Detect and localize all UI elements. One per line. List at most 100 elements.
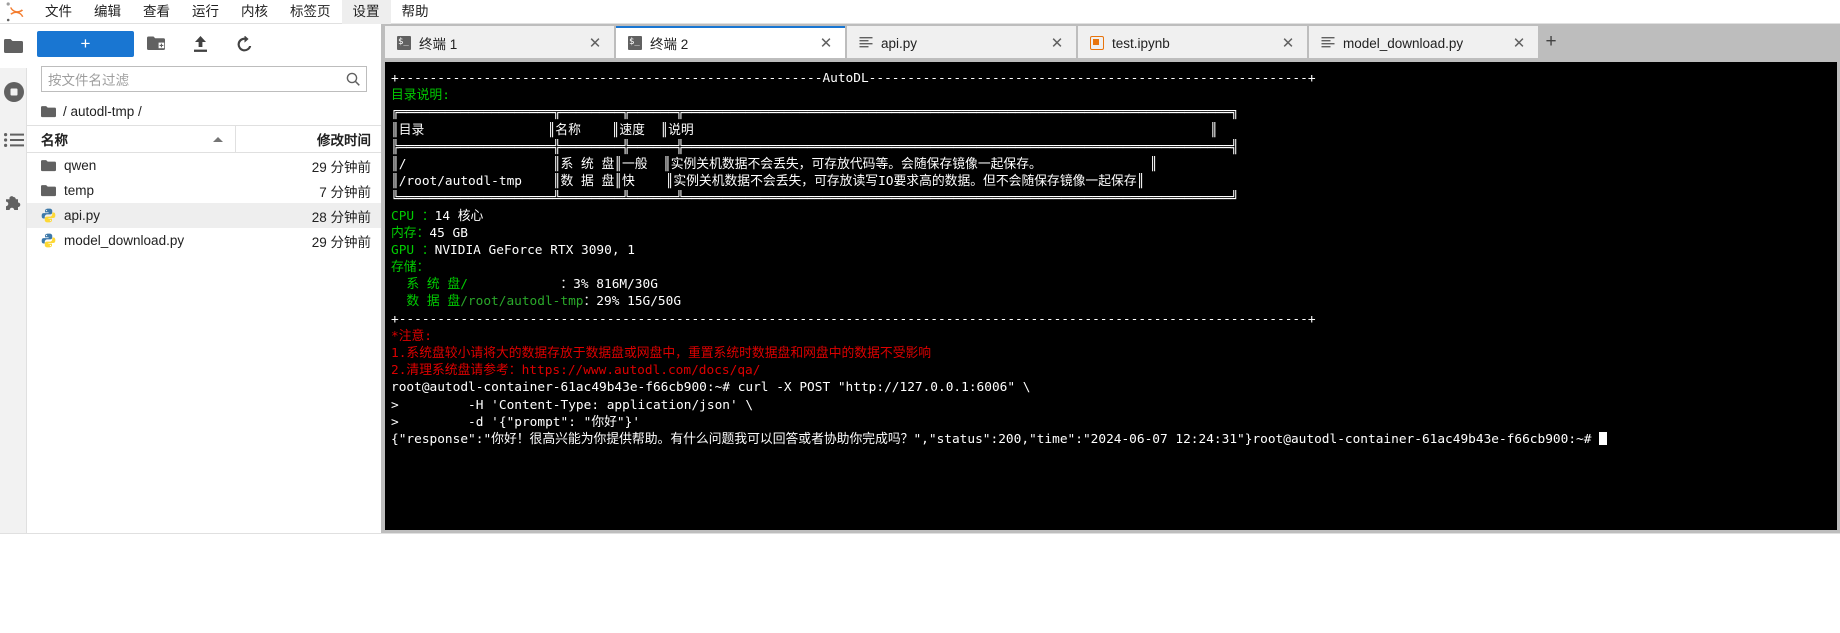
- folder-icon: [41, 105, 56, 117]
- file-filter-input[interactable]: 按文件名过滤: [41, 66, 367, 92]
- running-terminals-icon: [3, 82, 24, 102]
- menu-item-run[interactable]: 运行: [181, 0, 230, 24]
- folder-icon: [41, 159, 56, 171]
- terminal-line: GPU ：NVIDIA GeForce RTX 3090, 1: [391, 242, 635, 258]
- menu-item-kernel[interactable]: 内核: [230, 0, 279, 24]
- terminal-line: > -d '{"prompt": "你好"}': [391, 414, 641, 430]
- terminal-line: +---------------------------------------…: [391, 311, 1316, 327]
- menu-item-view[interactable]: 查看: [132, 0, 181, 24]
- tab-label: api.py: [881, 35, 918, 51]
- sidebar-item-extension-manager[interactable]: [0, 180, 27, 228]
- python-file-icon: [41, 233, 56, 248]
- search-icon: [346, 72, 360, 86]
- file-list-header: 名称 修改时间: [27, 125, 381, 153]
- python-file-icon: [41, 208, 56, 223]
- terminal-icon: [397, 35, 411, 50]
- terminal-line: {"response":"你好！很高兴能为你提供帮助。有什么问题我可以回答或者协…: [391, 431, 1837, 448]
- terminal-line: *注意:: [391, 328, 433, 344]
- list-item[interactable]: temp 7 分钟前: [27, 178, 381, 203]
- terminal-line: root@autodl-container-61ac49b43e-f66cb90…: [391, 380, 1031, 396]
- tab-close-icon[interactable]: ✕: [1508, 32, 1530, 54]
- terminal-line: 存储：: [391, 260, 430, 276]
- tab-close-icon[interactable]: ✕: [1277, 32, 1299, 54]
- upload-icon: [193, 35, 207, 52]
- list-item-name: qwen: [64, 158, 97, 173]
- sidebar-item-table-of-contents[interactable]: [0, 116, 27, 164]
- column-header-modified[interactable]: 修改时间: [236, 126, 381, 152]
- terminal-output[interactable]: +---------------------------------------…: [385, 62, 1837, 530]
- terminal-line: > -H 'Content-Type: application/json' \: [391, 397, 754, 413]
- terminal-line: CPU ：14 核心: [391, 208, 484, 224]
- text-file-icon: [859, 37, 873, 48]
- list-item[interactable]: qwen 29 分钟前: [27, 153, 381, 178]
- terminal-line: ║目录 ║名称 ║速度 ║说明 ║: [391, 122, 1218, 138]
- terminal-line: 系 统 盘/ ：3% 816M/30G: [391, 277, 658, 293]
- tab-close-icon[interactable]: ✕: [1046, 32, 1068, 54]
- tab-test-ipynb[interactable]: test.ipynb ✕: [1078, 26, 1307, 58]
- tab-model-download-py[interactable]: model_download.py ✕: [1309, 26, 1538, 58]
- sidebar-item-running-sessions[interactable]: [0, 68, 27, 116]
- menu-bar: 文件 编辑 查看 运行 内核 标签页 设置 帮助: [0, 0, 1840, 24]
- new-folder-icon: [146, 36, 165, 50]
- jupyterlab-window: 文件 编辑 查看 运行 内核 标签页 设置 帮助 + 按文件名过滤 / auto…: [0, 0, 1840, 633]
- terminal-line: 内存：45 GB: [391, 225, 468, 241]
- list-item-name: temp: [64, 183, 95, 198]
- refresh-icon: [237, 35, 251, 51]
- file-browser-toolbar: +: [27, 24, 381, 64]
- tab-label: test.ipynb: [1112, 35, 1170, 51]
- folder-icon: [41, 184, 56, 196]
- menu-item-settings[interactable]: 设置: [341, 0, 391, 24]
- puzzle-icon: [5, 196, 20, 210]
- file-browser-panel: + 按文件名过滤 / autodl-tmp / 名称 修改时间 qwen 29 …: [27, 24, 382, 533]
- column-header-name-label: 名称: [41, 133, 68, 148]
- upload-button[interactable]: [178, 30, 222, 58]
- tab-bar: 终端 1 ✕ 终端 2 ✕ api.py ✕ test.ipynb ✕: [382, 24, 1840, 58]
- tab-label: model_download.py: [1343, 35, 1464, 51]
- list-item-name: model_download.py: [64, 233, 185, 248]
- list-item-modified: 28 分钟前: [311, 209, 371, 225]
- sidebar-item-file-browser[interactable]: [0, 24, 27, 68]
- breadcrumb[interactable]: / autodl-tmp /: [27, 98, 381, 125]
- notebook-icon: [1090, 36, 1104, 50]
- terminal-line: ║/root/autodl-tmp ║数 据 盘║快 ║实例关机数据不会丢失，可…: [391, 174, 1145, 190]
- status-divider: [0, 533, 1840, 534]
- terminal-icon: [628, 35, 642, 50]
- tab-terminal-2[interactable]: 终端 2 ✕: [616, 26, 845, 58]
- list-item[interactable]: model_download.py 29 分钟前: [27, 228, 381, 253]
- list-item-modified: 7 分钟前: [319, 184, 371, 200]
- jupyter-logo-icon: [4, 1, 34, 23]
- terminal-cursor: [1599, 431, 1608, 445]
- terminal-line: ╔════════════════════╦════════╦══════╦══…: [391, 105, 1239, 121]
- list-item-name: api.py: [64, 208, 101, 223]
- column-header-name[interactable]: 名称: [27, 126, 236, 152]
- menu-item-edit[interactable]: 编辑: [83, 0, 132, 24]
- activity-bar: [0, 24, 27, 533]
- terminal-line: ╚════════════════════╩════════╩══════╩══…: [391, 191, 1239, 207]
- toc-icon: [3, 133, 24, 147]
- file-filter-placeholder: 按文件名过滤: [48, 73, 129, 88]
- list-item-modified: 29 分钟前: [311, 159, 371, 175]
- terminal-line: 1.系统盘较小请将大的数据存放于数据盘或网盘中，重置系统时数据盘和网盘中的数据不…: [391, 346, 932, 361]
- refresh-button[interactable]: [222, 30, 266, 58]
- list-item[interactable]: api.py 28 分钟前: [27, 203, 381, 228]
- menu-item-tabs[interactable]: 标签页: [279, 0, 342, 24]
- text-file-icon: [1321, 37, 1335, 48]
- tab-close-icon[interactable]: ✕: [815, 32, 837, 54]
- new-folder-button[interactable]: [134, 30, 178, 58]
- bottom-strip: [0, 533, 1840, 633]
- tab-api-py[interactable]: api.py ✕: [847, 26, 1076, 58]
- terminal-line: 数 据 盘/root/autodl-tmp：29% 15G/50G: [391, 294, 682, 310]
- terminal-line: ╠════════════════════╬════════╬══════╬══…: [391, 139, 1239, 155]
- tab-close-icon[interactable]: ✕: [584, 32, 606, 54]
- file-filter-row: 按文件名过滤: [27, 64, 381, 98]
- column-header-modified-label: 修改时间: [317, 133, 371, 148]
- new-launcher-button[interactable]: +: [37, 31, 134, 57]
- menu-item-file[interactable]: 文件: [34, 0, 83, 24]
- menu-item-help[interactable]: 帮助: [391, 0, 440, 24]
- folder-icon: [4, 38, 23, 53]
- new-tab-button[interactable]: +: [1538, 26, 1564, 58]
- tab-terminal-1[interactable]: 终端 1 ✕: [385, 26, 614, 58]
- breadcrumb-path: / autodl-tmp /: [63, 104, 142, 119]
- sort-ascending-icon: [213, 136, 223, 142]
- terminal-line: +---------------------------------------…: [391, 71, 1316, 86]
